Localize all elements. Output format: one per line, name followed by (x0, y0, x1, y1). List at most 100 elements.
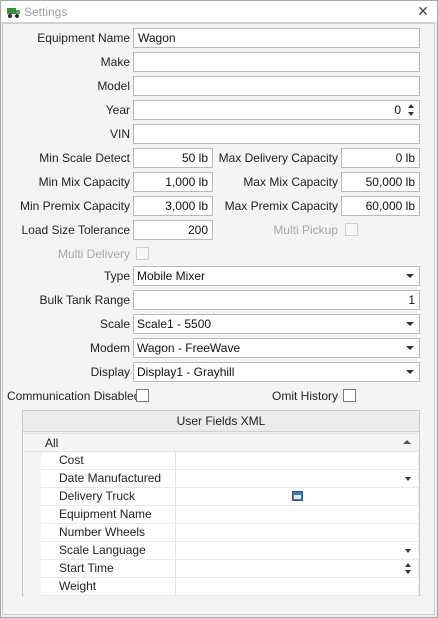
scale-value: Scale1 - 5500 (137, 317, 212, 331)
category-label: All (45, 436, 59, 450)
property-name: Number Wheels (41, 524, 176, 542)
year-label: Year (105, 103, 130, 117)
settings-panel: Equipment Name Wagon Make Model Year 0 V… (2, 23, 435, 615)
chevron-down-icon[interactable] (405, 477, 411, 481)
type-label: Type (103, 269, 130, 283)
model-label: Model (97, 79, 130, 93)
property-row-delivery-truck[interactable]: Delivery Truck (24, 488, 418, 506)
property-name: Start Time (41, 560, 176, 578)
row-margin (24, 578, 41, 596)
min-premix-capacity-label: Min Premix Capacity (19, 199, 130, 213)
property-value[interactable] (176, 452, 418, 470)
load-size-tolerance-label: Load Size Tolerance (21, 223, 130, 237)
row-margin (24, 506, 41, 524)
max-mix-capacity-input[interactable]: 50,000 lb (341, 172, 420, 192)
min-mix-capacity-label: Min Mix Capacity (38, 175, 130, 189)
chevron-down-icon[interactable] (406, 346, 414, 350)
type-value: Mobile Mixer (137, 269, 206, 283)
chevron-down-icon[interactable] (405, 549, 411, 553)
row-margin (24, 542, 41, 560)
equipment-name-label: Equipment Name (37, 31, 130, 45)
modem-dropdown[interactable]: Wagon - FreeWave (133, 338, 420, 358)
load-size-tolerance-input[interactable]: 200 (133, 220, 213, 240)
property-name: Cost (41, 452, 176, 470)
truck-icon (7, 8, 20, 18)
multi-delivery-label: Multi Delivery (57, 247, 130, 261)
omit-history-checkbox[interactable] (343, 389, 356, 402)
row-margin (24, 470, 41, 488)
property-row-scale-language[interactable]: Scale Language (24, 542, 418, 560)
min-mix-capacity-input[interactable]: 1,000 lb (133, 172, 213, 192)
title-bar: Settings ✕ (1, 1, 437, 23)
property-row-number-wheels[interactable]: Number Wheels (24, 524, 418, 542)
modem-value: Wagon - FreeWave (137, 341, 241, 355)
bulk-tank-range-label: Bulk Tank Range (39, 293, 130, 307)
property-value[interactable] (176, 488, 418, 506)
max-delivery-capacity-label: Max Delivery Capacity (218, 151, 338, 165)
display-dropdown[interactable]: Display1 - Grayhill (133, 362, 420, 382)
category-row[interactable]: All (24, 434, 418, 452)
close-button[interactable]: ✕ (415, 3, 431, 19)
property-value[interactable] (176, 578, 418, 596)
row-margin (24, 488, 41, 506)
row-margin (24, 524, 41, 542)
vin-label: VIN (109, 127, 130, 141)
type-dropdown[interactable]: Mobile Mixer (133, 266, 420, 286)
user-fields-header: User Fields XML (23, 411, 419, 432)
communication-disabled-checkbox[interactable] (136, 389, 149, 402)
row-margin (24, 452, 41, 470)
spin-up-icon[interactable] (408, 104, 414, 108)
max-premix-capacity-input[interactable]: 60,000 lb (341, 196, 420, 216)
checkbox-editor-icon[interactable] (292, 491, 303, 501)
row-margin (24, 560, 41, 578)
communication-disabled-label: Communication Disabled (7, 389, 141, 403)
max-premix-capacity-label: Max Premix Capacity (224, 199, 338, 213)
equipment-name-input[interactable]: Wagon (133, 28, 420, 48)
window-title: Settings (24, 5, 68, 19)
min-premix-capacity-input[interactable]: 3,000 lb (133, 196, 213, 216)
property-row-weight[interactable]: Weight (24, 578, 418, 596)
max-mix-capacity-label: Max Mix Capacity (243, 175, 338, 189)
max-delivery-capacity-input[interactable]: 0 lb (341, 148, 420, 168)
property-row-equipment-name[interactable]: Equipment Name (24, 506, 418, 524)
year-spin-edit[interactable]: 0 (133, 100, 420, 120)
property-name: Scale Language (41, 542, 176, 560)
min-scale-detect-input[interactable]: 50 lb (133, 148, 213, 168)
year-value: 0 (394, 103, 401, 117)
chevron-down-icon[interactable] (406, 274, 414, 278)
make-input[interactable] (133, 52, 420, 72)
min-scale-detect-label: Min Scale Detect (39, 151, 130, 165)
property-row-date-manufactured[interactable]: Date Manufactured (24, 470, 418, 488)
multi-delivery-checkbox (136, 247, 149, 260)
property-name: Delivery Truck (41, 488, 176, 506)
collapse-icon[interactable] (403, 440, 411, 444)
bulk-tank-range-input[interactable]: 1 (133, 290, 420, 310)
property-row-cost[interactable]: Cost (24, 452, 418, 470)
user-fields-group: User Fields XML All Cost Date Manufactur… (22, 410, 420, 596)
property-name: Date Manufactured (41, 470, 176, 488)
property-name: Equipment Name (41, 506, 176, 524)
property-value[interactable] (176, 542, 418, 560)
make-label: Make (100, 55, 130, 69)
chevron-down-icon[interactable] (406, 322, 414, 326)
settings-window: Settings ✕ Equipment Name Wagon Make Mod… (0, 0, 438, 618)
vin-input[interactable] (133, 124, 420, 144)
modem-label: Modem (89, 341, 130, 355)
scale-dropdown[interactable]: Scale1 - 5500 (133, 314, 420, 334)
spin-down-icon[interactable] (408, 112, 414, 116)
spin-down-icon[interactable] (405, 570, 411, 574)
chevron-down-icon[interactable] (406, 370, 414, 374)
property-value[interactable] (176, 470, 418, 488)
model-input[interactable] (133, 76, 420, 96)
display-label: Display (90, 365, 130, 379)
property-value[interactable] (176, 560, 418, 578)
property-row-start-time[interactable]: Start Time (24, 560, 418, 578)
property-value[interactable] (176, 524, 418, 542)
spin-up-icon[interactable] (405, 563, 411, 567)
omit-history-label: Omit History (272, 389, 338, 403)
property-name: Weight (41, 578, 176, 596)
property-grid: All Cost Date Manufactured Delivery Truc… (24, 433, 418, 596)
property-value[interactable] (176, 506, 418, 524)
scale-label: Scale (99, 317, 130, 331)
display-value: Display1 - Grayhill (137, 365, 235, 379)
